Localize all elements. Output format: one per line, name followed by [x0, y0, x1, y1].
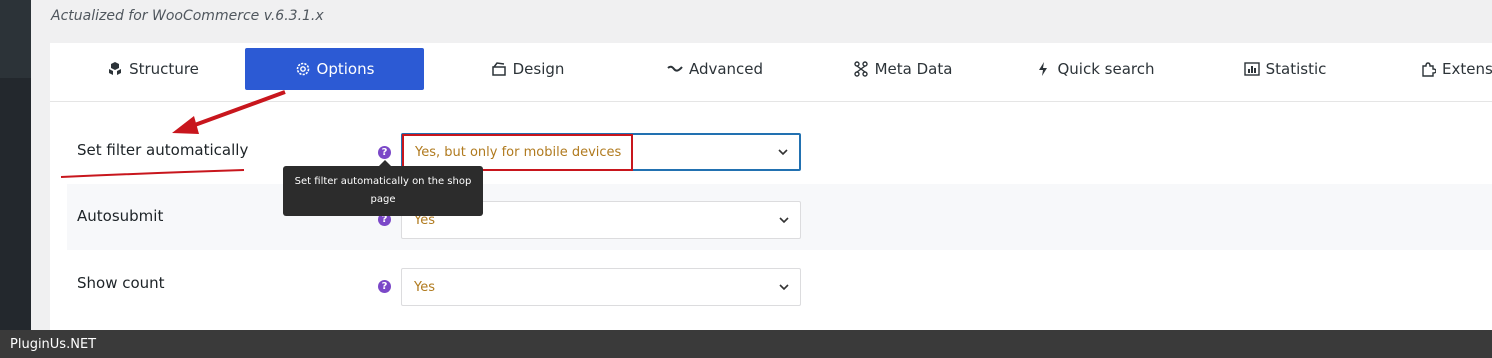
tab-meta-data-label: Meta Data [874, 60, 953, 78]
settings-panel: Structure Options Design Advanced Meta D… [50, 43, 1492, 330]
setting-label-set-filter: Set filter automatically [77, 141, 249, 159]
tab-design-label: Design [512, 60, 565, 78]
bar-chart-icon [1243, 62, 1260, 76]
bolt-icon [1039, 62, 1048, 76]
tab-advanced[interactable]: Advanced [650, 48, 780, 90]
tooltip-line-2: page [370, 194, 396, 205]
setting-row-autosubmit: Autosubmit ? Yes [67, 184, 1492, 250]
tab-options-label: Options [316, 60, 375, 78]
show-count-select[interactable]: Yes [401, 268, 801, 306]
tab-bar: Structure Options Design Advanced Meta D… [50, 43, 1492, 102]
puzzle-icon [1422, 62, 1436, 77]
chevron-down-icon [779, 284, 789, 291]
gear-icon [296, 62, 309, 76]
footer-bar: PluginUs.NET [0, 330, 1492, 358]
setting-label-show-count: Show count [77, 274, 165, 292]
show-count-select-value: Yes [414, 279, 435, 295]
wp-admin-sidebar [0, 0, 31, 330]
setting-label-autosubmit: Autosubmit [77, 207, 164, 225]
help-icon[interactable]: ? [378, 146, 391, 159]
tab-options[interactable]: Options [245, 48, 424, 90]
version-subtitle: Actualized for WooCommerce v.6.3.1.x [51, 8, 324, 24]
tooltip-line-1: Set filter automatically on the shop [294, 176, 472, 187]
design-icon [491, 62, 506, 76]
tab-structure-label: Structure [129, 60, 199, 78]
tab-quick-search-label: Quick search [1057, 60, 1155, 78]
tab-structure[interactable]: Structure [88, 48, 218, 90]
tab-advanced-label: Advanced [688, 60, 764, 78]
chevron-down-icon [779, 217, 789, 224]
nodes-icon [853, 61, 868, 77]
tab-statistic[interactable]: Statistic [1230, 48, 1340, 90]
tab-design[interactable]: Design [470, 48, 585, 90]
cubes-icon [109, 62, 122, 75]
footer-brand: PluginUs.NET [10, 336, 97, 352]
tab-extensions-label: Extens [1442, 60, 1492, 78]
tab-statistic-label: Statistic [1265, 60, 1327, 78]
wave-icon [667, 65, 683, 72]
tab-extensions[interactable]: Extens [1420, 48, 1492, 90]
chevron-down-icon [778, 149, 788, 156]
help-tooltip: Set filter automatically on the shop pag… [283, 160, 483, 216]
tab-quick-search[interactable]: Quick search [1030, 48, 1160, 90]
wp-admin-sidebar-top [0, 0, 31, 78]
tab-meta-data[interactable]: Meta Data [845, 48, 960, 90]
setting-row-show-count: Show count ? Yes [67, 251, 1492, 317]
setting-row-set-filter: Set filter automatically ? Yes, but only… [67, 117, 1492, 183]
help-icon[interactable]: ? [378, 280, 391, 293]
